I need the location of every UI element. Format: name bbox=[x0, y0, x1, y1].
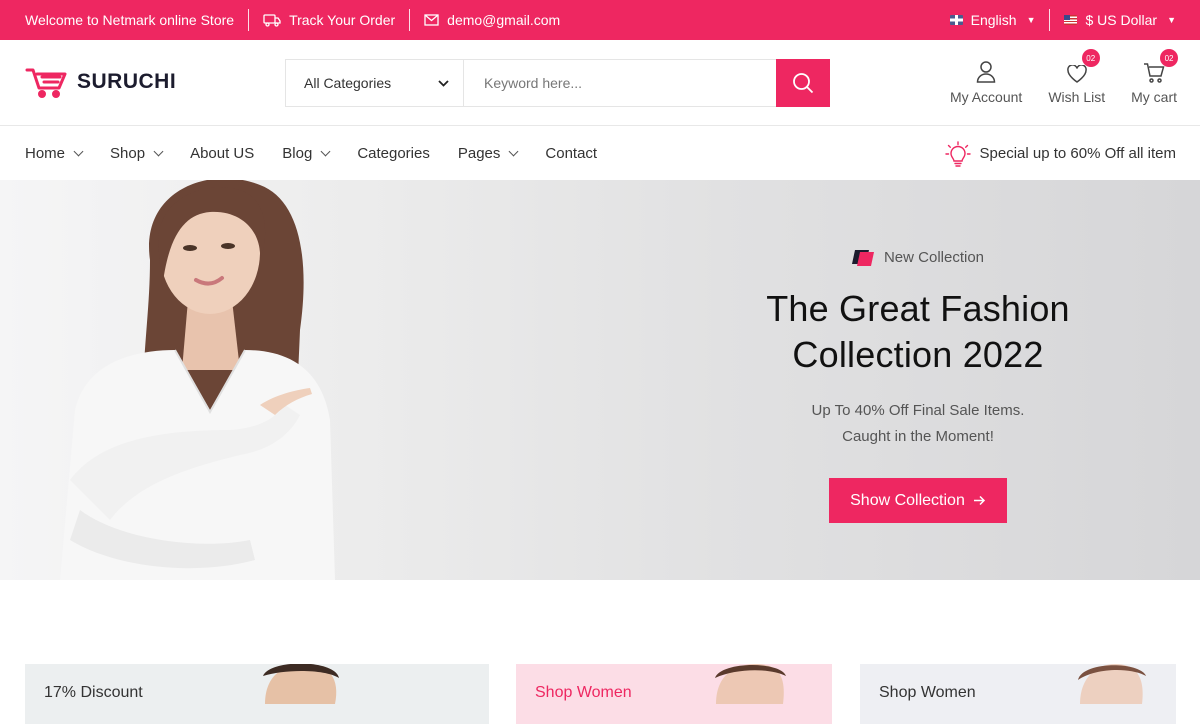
discount-banner[interactable]: 17% Discount bbox=[25, 664, 489, 724]
banner-model-image bbox=[263, 664, 339, 704]
language-selector[interactable]: English ▼ bbox=[949, 0, 1036, 40]
hero-title-line: The Great Fashion bbox=[766, 288, 1070, 329]
chevron-down-icon bbox=[508, 146, 519, 157]
shop-women-banner[interactable]: Shop Women bbox=[860, 664, 1176, 724]
welcome-message: Welcome to Netmark online Store bbox=[25, 0, 234, 40]
currency-selector[interactable]: $ US Dollar ▼ bbox=[1064, 0, 1176, 40]
divider bbox=[409, 9, 411, 31]
nav-item-pages[interactable]: Pages bbox=[457, 145, 519, 162]
divider bbox=[1049, 9, 1051, 31]
us-flag-icon bbox=[1064, 15, 1078, 25]
promo-text: Special up to 60% Off all item bbox=[979, 145, 1177, 162]
chevron-down-icon bbox=[320, 146, 331, 157]
wishlist-button[interactable]: 02 Wish List bbox=[1048, 49, 1106, 105]
heart-icon bbox=[1066, 65, 1087, 83]
hero-subtitle-line: Caught in the Moment! bbox=[842, 428, 994, 445]
chevron-down-icon bbox=[438, 79, 449, 87]
nav-item-label: Pages bbox=[457, 145, 501, 162]
language-label: English bbox=[970, 12, 1017, 28]
track-order-label: Track Your Order bbox=[289, 12, 396, 28]
divider bbox=[248, 9, 250, 31]
shop-women-banner[interactable]: Shop Women bbox=[516, 664, 832, 724]
collection-tag-icon bbox=[851, 250, 874, 266]
chevron-down-icon bbox=[73, 146, 84, 157]
currency-label: $ US Dollar bbox=[1085, 12, 1158, 28]
banner-label: Shop Women bbox=[879, 684, 976, 701]
nav-item-label: Categories bbox=[357, 145, 430, 162]
arrow-right-icon bbox=[973, 495, 985, 506]
nav-item-label: Shop bbox=[110, 145, 146, 162]
cart-icon bbox=[1144, 63, 1165, 83]
hero-content: New Collection The Great Fashion Collect… bbox=[700, 248, 1136, 523]
cart-label: My cart bbox=[1131, 89, 1177, 105]
lightbulb-icon bbox=[944, 140, 971, 167]
uk-flag-icon bbox=[949, 15, 963, 25]
email-link[interactable]: demo@gmail.com bbox=[424, 0, 560, 40]
promo-notice: Special up to 60% Off all item bbox=[944, 140, 1177, 167]
wishlist-count-badge: 02 bbox=[1081, 49, 1100, 67]
header-actions: My Account 02 Wish List 02 My cart bbox=[950, 49, 1179, 105]
track-order-link[interactable]: Track Your Order bbox=[263, 0, 395, 40]
nav-item-about[interactable]: About US bbox=[190, 145, 254, 162]
nav-item-label: About US bbox=[190, 145, 255, 162]
hero-model-image bbox=[60, 180, 335, 580]
hero-subtitle: Up To 40% Off Final Sale Items. Caught i… bbox=[700, 398, 1136, 450]
show-collection-label: Show Collection bbox=[850, 491, 965, 509]
logo[interactable]: SURUCHI bbox=[25, 65, 176, 99]
cart-button[interactable]: 02 My cart bbox=[1131, 49, 1179, 105]
hero-banner: New Collection The Great Fashion Collect… bbox=[0, 180, 1200, 580]
my-account-button[interactable]: My Account bbox=[950, 57, 1022, 105]
my-account-label: My Account bbox=[949, 89, 1023, 105]
main-nav: Home Shop About US Blog Categories Pages… bbox=[0, 127, 1200, 180]
search-button[interactable] bbox=[776, 59, 830, 107]
hero-title: The Great Fashion Collection 2022 bbox=[700, 286, 1136, 378]
nav-item-home[interactable]: Home bbox=[25, 145, 84, 162]
email-text: demo@gmail.com bbox=[447, 12, 561, 28]
nav-item-label: Blog bbox=[282, 145, 313, 162]
cart-logo-icon bbox=[25, 68, 67, 98]
welcome-text: Welcome to Netmark online Store bbox=[25, 12, 235, 28]
category-select-value: All Categories bbox=[304, 75, 392, 91]
hero-tag: New Collection bbox=[700, 248, 1136, 266]
search-icon bbox=[793, 73, 814, 94]
main-header: SURUCHI All Categories My Account bbox=[0, 40, 1200, 126]
chevron-down-icon: ▼ bbox=[1026, 15, 1036, 25]
banner-label: 17% Discount bbox=[44, 684, 143, 701]
nav-item-blog[interactable]: Blog bbox=[282, 145, 331, 162]
banner-model-image bbox=[715, 664, 786, 704]
nav-item-label: Contact bbox=[545, 145, 598, 162]
search-bar: All Categories bbox=[285, 59, 830, 107]
nav-item-contact[interactable]: Contact bbox=[545, 145, 597, 162]
mail-icon bbox=[424, 14, 439, 26]
top-bar: Welcome to Netmark online Store Track Yo… bbox=[0, 0, 1200, 40]
chevron-down-icon: ▼ bbox=[1167, 15, 1176, 25]
hero-title-line: Collection 2022 bbox=[792, 334, 1044, 375]
nav-item-label: Home bbox=[25, 145, 66, 162]
hero-tag-label: New Collection bbox=[883, 248, 985, 266]
nav-item-categories[interactable]: Categories bbox=[357, 145, 430, 162]
truck-icon bbox=[263, 14, 281, 27]
chevron-down-icon bbox=[153, 146, 164, 157]
show-collection-button[interactable]: Show Collection bbox=[829, 478, 1007, 523]
nav-item-shop[interactable]: Shop bbox=[110, 145, 164, 162]
search-input[interactable] bbox=[464, 60, 776, 106]
user-icon bbox=[976, 61, 996, 83]
banner-label: Shop Women bbox=[535, 684, 632, 701]
wishlist-label: Wish List bbox=[1048, 89, 1106, 105]
cart-count-badge: 02 bbox=[1160, 49, 1179, 67]
hero-subtitle-line: Up To 40% Off Final Sale Items. bbox=[811, 402, 1025, 419]
category-select[interactable]: All Categories bbox=[286, 60, 464, 106]
banner-model-image bbox=[1078, 664, 1146, 704]
brand-name: SURUCHI bbox=[77, 70, 177, 93]
